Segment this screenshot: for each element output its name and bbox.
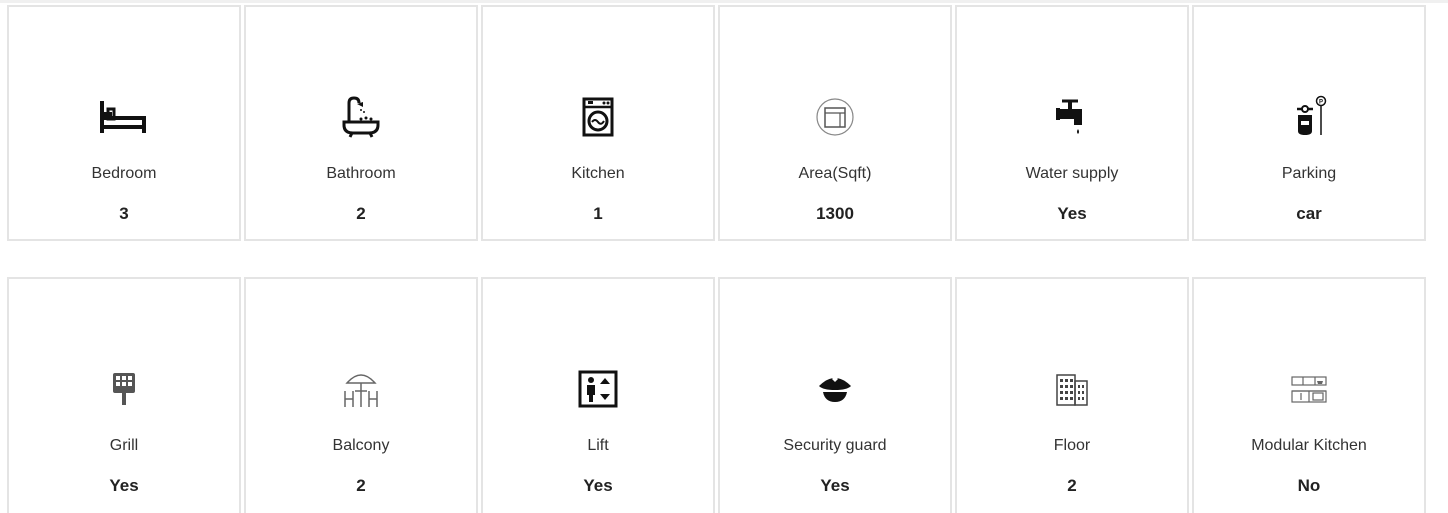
feature-value: 3 bbox=[119, 204, 129, 223]
feature-label: Water supply bbox=[1025, 165, 1119, 182]
feature-label: Modular Kitchen bbox=[1251, 437, 1367, 454]
feature-card-bedroom: Bedroom 3 bbox=[7, 5, 241, 241]
feature-card-water-supply: Water supply Yes bbox=[955, 5, 1189, 241]
tap-icon bbox=[957, 95, 1187, 139]
feature-card-kitchen: Kitchen 1 bbox=[481, 5, 715, 241]
feature-card-balcony: Balcony 2 bbox=[244, 277, 478, 513]
feature-value: No bbox=[1297, 476, 1321, 495]
top-divider bbox=[0, 0, 1448, 3]
feature-value: Yes bbox=[1057, 204, 1087, 223]
feature-label: Lift bbox=[587, 437, 609, 454]
svg-text:P: P bbox=[1319, 100, 1323, 106]
feature-value: Yes bbox=[583, 476, 613, 495]
feature-label: Bathroom bbox=[326, 165, 396, 182]
area-icon bbox=[720, 95, 950, 139]
feature-card-grill: Grill Yes bbox=[7, 277, 241, 513]
features-row-2: Grill Yes Balcony 2 Lift Yes Security gu… bbox=[7, 277, 1426, 513]
feature-card-area: Area(Sqft) 1300 bbox=[718, 5, 952, 241]
feature-label: Balcony bbox=[332, 437, 390, 454]
parking-icon: P bbox=[1194, 95, 1424, 139]
bed-icon bbox=[9, 95, 239, 139]
feature-value: 2 bbox=[356, 476, 366, 495]
grill-icon bbox=[9, 367, 239, 411]
feature-card-modular-kitchen: Modular Kitchen No bbox=[1192, 277, 1426, 513]
feature-value: 1 bbox=[593, 204, 603, 223]
feature-label: Security guard bbox=[783, 437, 887, 454]
feature-label: Parking bbox=[1281, 165, 1337, 182]
feature-value: 1300 bbox=[816, 204, 854, 223]
feature-value: car bbox=[1296, 204, 1322, 223]
feature-label: Floor bbox=[1053, 437, 1091, 454]
feature-card-lift: Lift Yes bbox=[481, 277, 715, 513]
feature-card-parking: P Parking car bbox=[1192, 5, 1426, 241]
feature-value: 2 bbox=[1067, 476, 1077, 495]
lift-icon bbox=[483, 367, 713, 411]
features-row-1: Bedroom 3 Bathroom 2 Kitchen 1 Area(Sqft… bbox=[7, 5, 1426, 241]
feature-value: 2 bbox=[356, 204, 366, 223]
kitchen-appliance-icon bbox=[483, 95, 713, 139]
bathtub-icon bbox=[246, 95, 476, 139]
security-guard-icon bbox=[720, 367, 950, 411]
building-icon bbox=[957, 367, 1187, 411]
feature-card-bathroom: Bathroom 2 bbox=[244, 5, 478, 241]
feature-label: Area(Sqft) bbox=[798, 165, 872, 182]
balcony-icon bbox=[246, 367, 476, 411]
feature-value: Yes bbox=[109, 476, 139, 495]
feature-label: Kitchen bbox=[571, 165, 625, 182]
feature-card-floor: Floor 2 bbox=[955, 277, 1189, 513]
feature-card-security-guard: Security guard Yes bbox=[718, 277, 952, 513]
modular-kitchen-icon bbox=[1194, 367, 1424, 411]
feature-value: Yes bbox=[820, 476, 850, 495]
feature-label: Bedroom bbox=[91, 165, 157, 182]
feature-label: Grill bbox=[109, 437, 139, 454]
